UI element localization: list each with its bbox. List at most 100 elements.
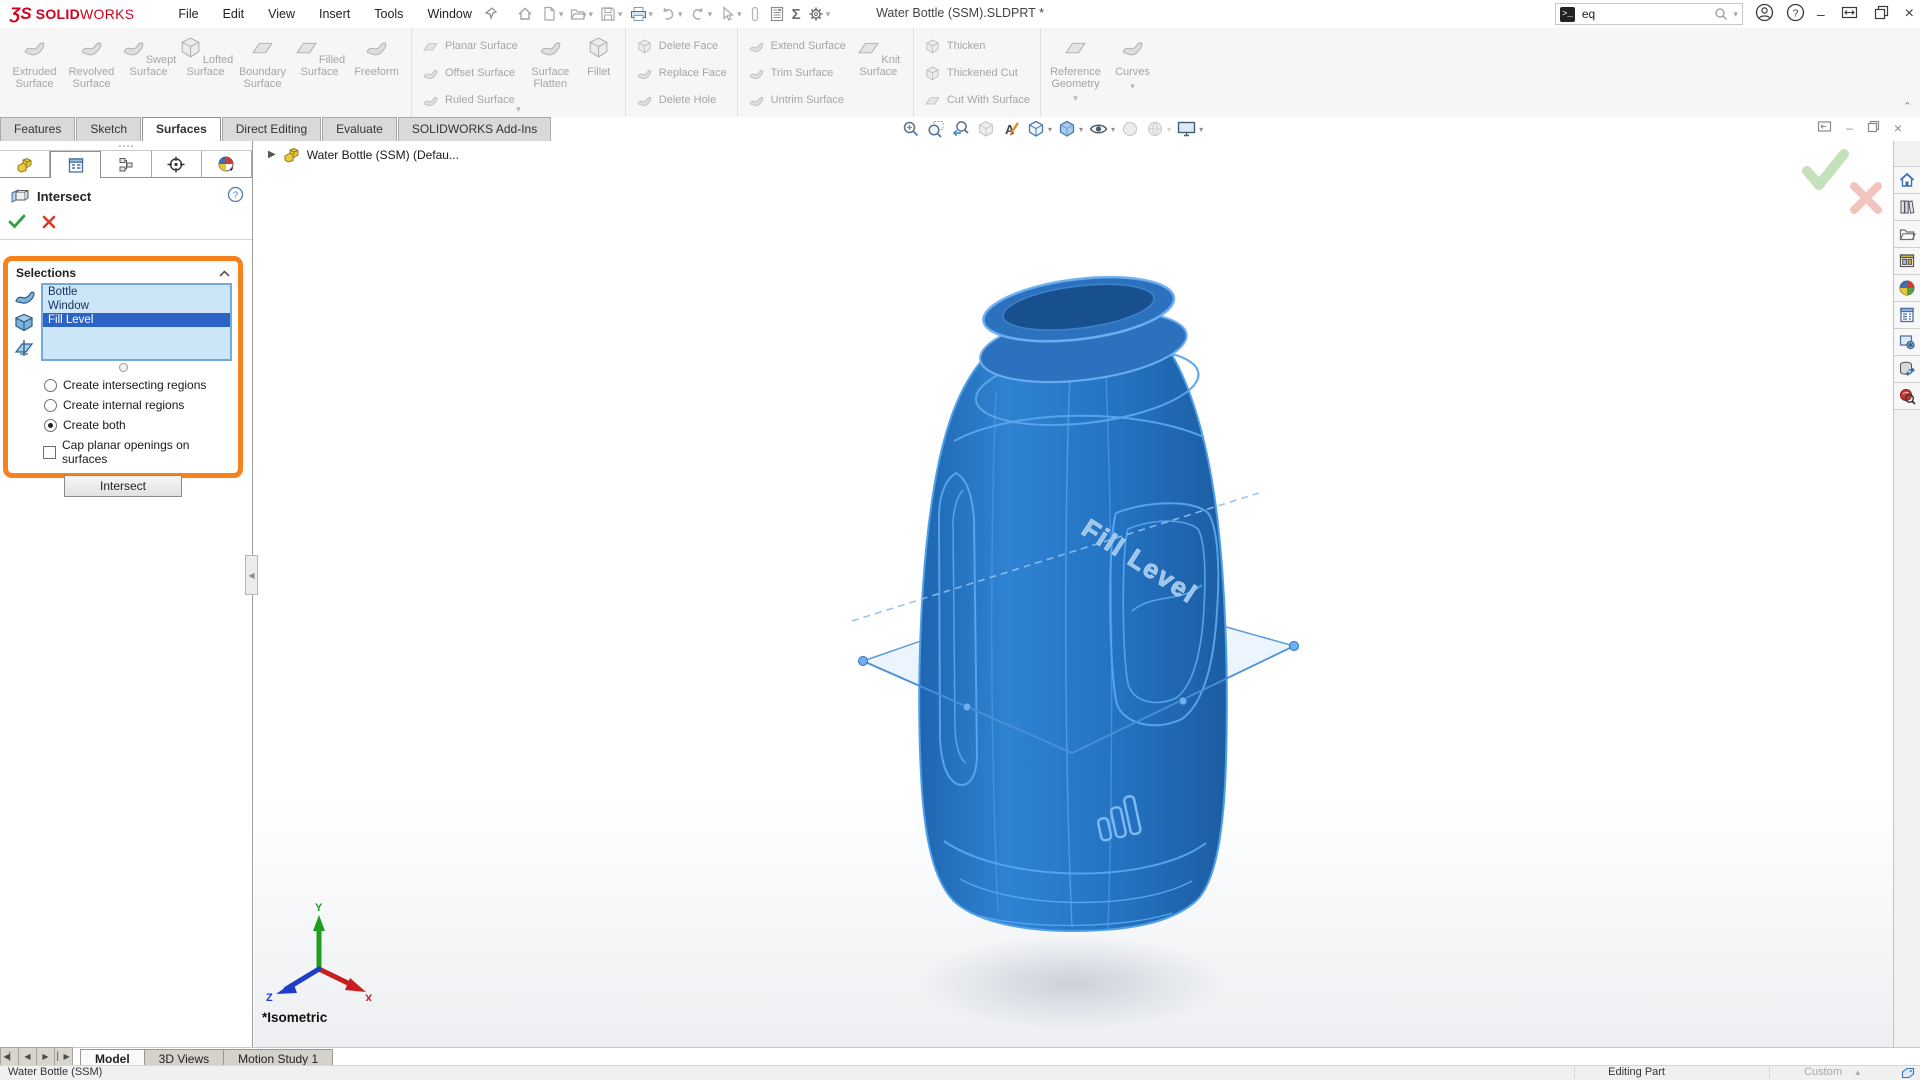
next-tab-button[interactable]: ▶ <box>36 1047 55 1066</box>
previous-document-icon[interactable] <box>1817 120 1832 136</box>
status-tag-icon[interactable] <box>1901 1067 1915 1080</box>
collapse-chevron-icon[interactable] <box>219 270 230 277</box>
tree-expand-arrow-icon[interactable]: ▶ <box>268 149 276 160</box>
selection-listbox[interactable]: Bottle Window Fill Level <box>41 283 232 361</box>
intersect-button[interactable]: Intersect <box>64 475 182 497</box>
radio-create-both[interactable] <box>44 419 57 432</box>
file-properties-button[interactable] <box>766 4 788 24</box>
delete-face-button[interactable]: Delete Face <box>636 35 727 57</box>
help-question-icon[interactable]: ? <box>227 186 244 206</box>
minimize-window-icon[interactable]: – <box>1817 6 1825 22</box>
thickened-cut-button[interactable]: Thickened Cut <box>924 62 1030 84</box>
design-library-button[interactable] <box>1894 193 1920 221</box>
search-icon[interactable] <box>1714 7 1728 21</box>
thicken-button[interactable]: Thicken <box>924 35 1030 57</box>
curves-caret[interactable]: ▾ <box>1104 80 1161 92</box>
confirm-ok-overlay-icon[interactable] <box>1801 149 1849 194</box>
displaymanager-tab[interactable] <box>202 151 252 178</box>
pin-menu-icon[interactable] <box>484 6 498 23</box>
view-palette-button[interactable] <box>1894 247 1920 275</box>
menu-window[interactable]: Window <box>417 5 481 23</box>
menu-edit[interactable]: Edit <box>213 5 255 23</box>
reference-geometry-caret[interactable]: ▾ <box>1047 92 1104 104</box>
knit-surface-button[interactable]: Knit Surface <box>850 33 907 78</box>
lofted-surface-button[interactable]: Lofted Surface <box>177 33 234 78</box>
new-document-button[interactable]: ▾ <box>538 4 566 24</box>
fillet-button[interactable]: Fillet <box>579 33 619 78</box>
tab-surfaces[interactable]: Surfaces <box>142 117 221 141</box>
menu-tools[interactable]: Tools <box>364 5 413 23</box>
zoom-to-fit-button[interactable] <box>900 118 922 140</box>
propertymanager-tab[interactable] <box>50 151 101 178</box>
extruded-surface-button[interactable]: Extruded Surface <box>6 33 63 90</box>
tab-evaluate[interactable]: Evaluate <box>322 117 397 141</box>
menu-insert[interactable]: Insert <box>309 5 360 23</box>
hide-show-items-button[interactable]: ▾ <box>1087 118 1116 140</box>
ribbon-collapse-chevron[interactable]: ⌃ <box>1903 100 1912 113</box>
tab-motion-study-1[interactable]: Motion Study 1 <box>223 1049 333 1066</box>
replace-face-button[interactable]: Replace Face <box>636 62 727 84</box>
edit-appearance-button[interactable] <box>1119 118 1141 140</box>
boundary-surface-button[interactable]: Boundary Surface <box>234 33 291 90</box>
search-scope-caret[interactable]: ▾ <box>1733 9 1738 20</box>
section-view-button[interactable] <box>975 118 997 140</box>
pdm-vault-button[interactable] <box>1894 355 1920 383</box>
dimxpertmanager-tab[interactable] <box>152 151 202 178</box>
revolved-surface-button[interactable]: Revolved Surface <box>63 33 120 90</box>
freeform-button[interactable]: Freeform <box>348 33 405 78</box>
search-input[interactable] <box>1580 6 1709 22</box>
untrim-surface-button[interactable]: Untrim Surface <box>748 89 846 111</box>
previous-view-button[interactable] <box>950 118 972 140</box>
tab-direct-editing[interactable]: Direct Editing <box>222 117 321 141</box>
open-document-button[interactable]: ▾ <box>567 4 595 24</box>
equations-button[interactable]: Σ <box>790 5 803 24</box>
tab-solidworks-add-ins[interactable]: SOLIDWORKS Add-Ins <box>398 117 551 141</box>
radio-create-internal-regions[interactable] <box>44 399 57 412</box>
appearances-scenes-button[interactable] <box>1894 274 1920 302</box>
planar-surface-button[interactable]: Planar Surface <box>422 35 518 57</box>
delete-hole-button[interactable]: Delete Hole <box>636 89 727 111</box>
cap-planar-openings-checkbox[interactable] <box>43 446 56 459</box>
fillet-dropdown-caret[interactable]: ▾ <box>516 104 521 115</box>
inspection-button[interactable] <box>1894 382 1920 410</box>
surface-flatten-button[interactable]: Surface Flatten <box>522 33 579 90</box>
filled-surface-button[interactable]: Filled Surface <box>291 33 348 78</box>
featuremanager-tab[interactable] <box>0 151 50 178</box>
undo-button[interactable]: ▾ <box>657 4 685 24</box>
cancel-x-button[interactable] <box>42 215 56 232</box>
select-arrow-button[interactable]: ▾ <box>716 4 744 24</box>
zoom-to-area-button[interactable] <box>925 118 947 140</box>
touch-mode-button[interactable] <box>746 4 764 24</box>
radio-create-intersecting-regions[interactable] <box>44 379 57 392</box>
custom-properties-button[interactable] <box>1894 301 1920 329</box>
swept-surface-button[interactable]: Swept Surface <box>120 33 177 78</box>
cut-with-surface-button[interactable]: Cut With Surface <box>924 89 1030 111</box>
menu-file[interactable]: File <box>168 5 208 23</box>
list-item-fill-level[interactable]: Fill Level <box>43 313 230 327</box>
save-button[interactable]: ▾ <box>597 4 625 24</box>
file-explorer-button[interactable] <box>1894 220 1920 248</box>
panel-collapse-splitter[interactable]: ◀ <box>245 555 258 595</box>
home-button[interactable] <box>514 4 536 24</box>
tab-features[interactable]: Features <box>0 117 75 141</box>
close-document-icon[interactable]: × <box>1894 120 1902 136</box>
options-button[interactable]: ▾ <box>805 4 833 24</box>
reference-geometry-button[interactable]: Reference Geometry▾ <box>1047 33 1104 104</box>
solidworks-resources-button[interactable] <box>1894 166 1920 194</box>
feature-tree-flyout[interactable]: ▶ Water Bottle (SSM) (Defau... <box>268 146 459 163</box>
graphics-area[interactable]: Fill Level ▶ Water Bottle (SSM) (Defau..… <box>254 141 1893 1048</box>
login-profile-icon[interactable] <box>1755 3 1774 25</box>
first-tab-button[interactable]: ◀▏ <box>0 1047 19 1066</box>
apply-scene-button[interactable]: ▾ <box>1144 118 1172 140</box>
annotation-views-button[interactable]: A <box>1000 118 1022 140</box>
restore-window-icon[interactable] <box>1874 5 1889 23</box>
last-tab-button[interactable]: ▏▶ <box>54 1047 73 1066</box>
status-config-dropdown[interactable]: Custom <box>1804 1066 1842 1079</box>
tab-model[interactable]: Model <box>80 1049 145 1066</box>
search-box[interactable]: >_ ▾ <box>1555 3 1743 25</box>
restore-document-icon[interactable] <box>1867 120 1880 136</box>
close-window-icon[interactable]: × <box>1905 5 1914 23</box>
trim-surface-button[interactable]: Trim Surface <box>748 62 846 84</box>
panel-drag-handle[interactable] <box>0 141 252 150</box>
list-item-bottle[interactable]: Bottle <box>43 285 230 299</box>
